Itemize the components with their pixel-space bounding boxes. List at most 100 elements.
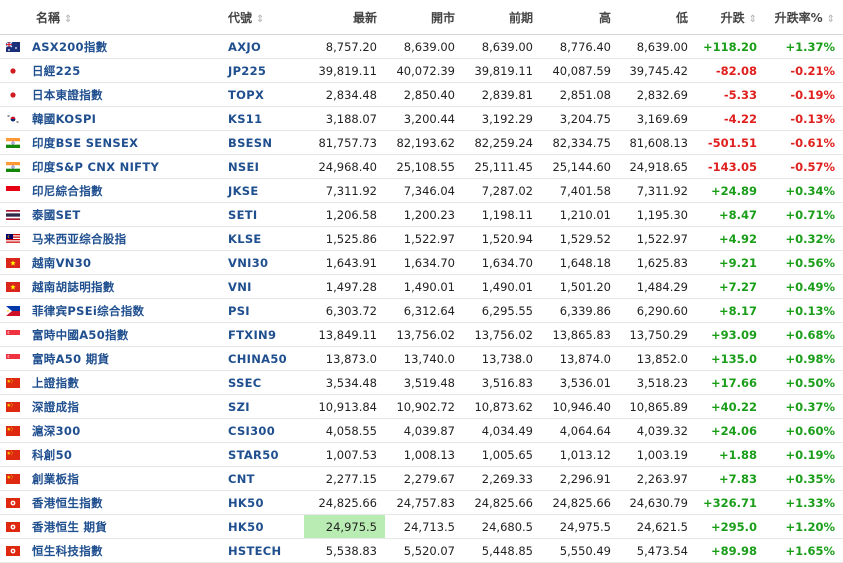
table-row[interactable]: 马来西亚综合股指 KLSE 1,525.86 1,522.97 1,520.94 1,52… bbox=[0, 226, 843, 251]
index-name-link[interactable]: 深證成指 bbox=[32, 400, 79, 414]
table-row[interactable]: 香港恒生指數 HK50 24,825.66 24,757.83 24,825.66 24,… bbox=[0, 490, 843, 515]
index-code-link[interactable]: SZI bbox=[222, 394, 304, 419]
index-name-link[interactable]: 越南胡誌明指數 bbox=[32, 280, 115, 294]
index-code-link[interactable]: CNT bbox=[222, 466, 304, 491]
cell-low: 3,518.23 bbox=[619, 370, 696, 395]
cell-open: 82,193.62 bbox=[385, 130, 463, 155]
table-row[interactable]: 富時A50 期貨 CHINA50 13,873.0 13,740.0 13,738.0 1… bbox=[0, 346, 843, 371]
cell-last: 2,834.48 bbox=[304, 82, 385, 107]
cell-prev: 1,005.65 bbox=[463, 442, 541, 467]
cell-high: 40,087.59 bbox=[541, 58, 619, 83]
index-code-link[interactable]: FTXIN9 bbox=[222, 322, 304, 347]
index-code-link[interactable]: VNI30 bbox=[222, 250, 304, 275]
table-row[interactable]: 創業板指 CNT 2,277.15 2,279.67 2,269.33 2,296.91 2… bbox=[0, 466, 843, 491]
index-code-link[interactable]: CSI300 bbox=[222, 418, 304, 443]
index-code-link[interactable]: AXJO bbox=[222, 34, 304, 59]
sort-icon: ⇕ bbox=[826, 13, 835, 25]
cell-last: 3,188.07 bbox=[304, 106, 385, 131]
column-header-prev[interactable]: 前期 bbox=[463, 0, 541, 35]
index-code-link[interactable]: NSEI bbox=[222, 154, 304, 179]
index-name-link[interactable]: 越南VN30 bbox=[32, 256, 91, 270]
cell-low: 4,039.32 bbox=[619, 418, 696, 443]
index-name-link[interactable]: 日經225 bbox=[32, 64, 81, 78]
cell-high: 1,529.52 bbox=[541, 226, 619, 251]
index-name-link[interactable]: 富時A50 期貨 bbox=[32, 352, 109, 366]
table-row[interactable]: 日經225 JP225 39,819.11 40,072.39 39,819.11 40,… bbox=[0, 58, 843, 83]
column-header-low[interactable]: 低 bbox=[619, 0, 696, 35]
index-name-link[interactable]: 韓國KOSPI bbox=[32, 112, 96, 126]
sort-icon: ⇕ bbox=[748, 13, 757, 25]
index-code-link[interactable]: CHINA50 bbox=[222, 346, 304, 371]
index-name-link[interactable]: 富時中國A50指數 bbox=[32, 328, 129, 342]
index-name-link[interactable]: 印度S&P CNX NIFTY bbox=[32, 160, 159, 174]
column-header-name[interactable]: 名稱 ⇕ bbox=[0, 0, 222, 35]
index-name-link[interactable]: ASX200指數 bbox=[32, 40, 107, 54]
cell-name: 印度S&P CNX NIFTY bbox=[0, 154, 222, 179]
hongkong-flag-icon bbox=[6, 521, 20, 532]
cell-change: -143.05 bbox=[696, 154, 765, 179]
malaysia-flag-icon bbox=[6, 233, 20, 244]
table-row[interactable]: 上證指數 SSEC 3,534.48 3,519.48 3,516.83 3,536.01… bbox=[0, 370, 843, 395]
cell-last: 39,819.11 bbox=[304, 58, 385, 83]
cell-prev: 82,259.24 bbox=[463, 130, 541, 155]
index-code-link[interactable]: HK50 bbox=[222, 490, 304, 515]
index-code-link[interactable]: PSI bbox=[222, 298, 304, 323]
index-name-link[interactable]: 泰國SET bbox=[32, 208, 80, 222]
index-name-link[interactable]: 恒生科技指數 bbox=[32, 544, 103, 558]
column-header-change-pct[interactable]: 升跌率% ⇕ bbox=[765, 0, 843, 35]
table-row[interactable]: 香港恒生 期貨 HK50 24,975.5 24,713.5 24,680.5 24,97… bbox=[0, 514, 843, 539]
index-name-link[interactable]: 上證指數 bbox=[32, 376, 79, 390]
index-code-link[interactable]: HK50 bbox=[222, 514, 304, 539]
table-row[interactable]: 印度BSE SENSEX BSESN 81,757.73 82,193.62 82,25… bbox=[0, 130, 843, 155]
index-code-link[interactable]: TOPX bbox=[222, 82, 304, 107]
cell-open: 1,008.13 bbox=[385, 442, 463, 467]
cell-change-pct: +0.68% bbox=[765, 322, 843, 347]
index-name-link[interactable]: 香港恒生 期貨 bbox=[32, 520, 107, 534]
column-header-change[interactable]: 升跌 ⇕ bbox=[696, 0, 765, 35]
vietnam-flag-icon bbox=[6, 257, 20, 268]
column-header-last[interactable]: 最新 bbox=[304, 0, 385, 35]
index-name-link[interactable]: 印尼綜合指數 bbox=[32, 184, 103, 198]
column-header-open[interactable]: 開市 bbox=[385, 0, 463, 35]
index-name-link[interactable]: 印度BSE SENSEX bbox=[32, 136, 138, 150]
index-name-link[interactable]: 香港恒生指數 bbox=[32, 496, 103, 510]
index-code-link[interactable]: KLSE bbox=[222, 226, 304, 251]
index-code-link[interactable]: KS11 bbox=[222, 106, 304, 131]
table-row[interactable]: 泰國SET SETI 1,206.58 1,200.23 1,198.11 1,210.0… bbox=[0, 202, 843, 227]
table-row[interactable]: 菲律宾PSEi综合指数 PSI 6,303.72 6,312.64 6,295.55 6,… bbox=[0, 298, 843, 323]
table-row[interactable]: 科創50 STAR50 1,007.53 1,008.13 1,005.65 1,013.… bbox=[0, 442, 843, 467]
table-row[interactable]: 印尼綜合指數 JKSE 7,311.92 7,346.04 7,287.02 7,401.… bbox=[0, 178, 843, 203]
index-code-link[interactable]: JP225 bbox=[222, 58, 304, 83]
index-code-link[interactable]: STAR50 bbox=[222, 442, 304, 467]
column-header-code[interactable]: 代號 ⇕ bbox=[222, 0, 304, 35]
table-row[interactable]: ASX200指數 AXJO 8,757.20 8,639.00 8,639.00 8,77… bbox=[0, 34, 843, 59]
index-name-link[interactable]: 日本東證指數 bbox=[32, 88, 103, 102]
index-code-link[interactable]: SSEC bbox=[222, 370, 304, 395]
index-name-link[interactable]: 菲律宾PSEi综合指数 bbox=[32, 304, 144, 318]
cell-high: 1,648.18 bbox=[541, 250, 619, 275]
cell-name: 深證成指 bbox=[0, 394, 222, 419]
table-row[interactable]: 富時中國A50指數 FTXIN9 13,849.11 13,756.02 13,756.… bbox=[0, 322, 843, 347]
cell-low: 1,003.19 bbox=[619, 442, 696, 467]
index-name-link[interactable]: 马来西亚综合股指 bbox=[32, 232, 126, 246]
index-name-link[interactable]: 科創50 bbox=[32, 448, 72, 462]
index-code-link[interactable]: SETI bbox=[222, 202, 304, 227]
table-row[interactable]: 深證成指 SZI 10,913.84 10,902.72 10,873.62 10,946… bbox=[0, 394, 843, 419]
cell-change: +9.21 bbox=[696, 250, 765, 275]
table-row[interactable]: 印度S&P CNX NIFTY NSEI 24,968.40 25,108.55 25,… bbox=[0, 154, 843, 179]
index-code-link[interactable]: VNI bbox=[222, 274, 304, 299]
table-row[interactable]: 日本東證指數 TOPX 2,834.48 2,850.40 2,839.81 2,851.… bbox=[0, 82, 843, 107]
cell-prev: 2,269.33 bbox=[463, 466, 541, 491]
index-name-link[interactable]: 創業板指 bbox=[32, 472, 79, 486]
table-row[interactable]: 越南VN30 VNI30 1,643.91 1,634.70 1,634.70 1,648… bbox=[0, 250, 843, 275]
cell-low: 24,918.65 bbox=[619, 154, 696, 179]
column-header-high[interactable]: 高 bbox=[541, 0, 619, 35]
index-name-link[interactable]: 滬深300 bbox=[32, 424, 81, 438]
cell-high: 3,536.01 bbox=[541, 370, 619, 395]
cell-change-pct: +0.13% bbox=[765, 298, 843, 323]
table-row[interactable]: 越南胡誌明指數 VNI 1,497.28 1,490.01 1,490.01 1,501.… bbox=[0, 274, 843, 299]
index-code-link[interactable]: JKSE bbox=[222, 178, 304, 203]
table-row[interactable]: 滬深300 CSI300 4,058.55 4,039.87 4,034.49 4,064… bbox=[0, 418, 843, 443]
index-code-link[interactable]: BSESN bbox=[222, 130, 304, 155]
table-row[interactable]: 韓國KOSPI KS11 3,188.07 3,200.44 3,192.29 3,204… bbox=[0, 106, 843, 131]
